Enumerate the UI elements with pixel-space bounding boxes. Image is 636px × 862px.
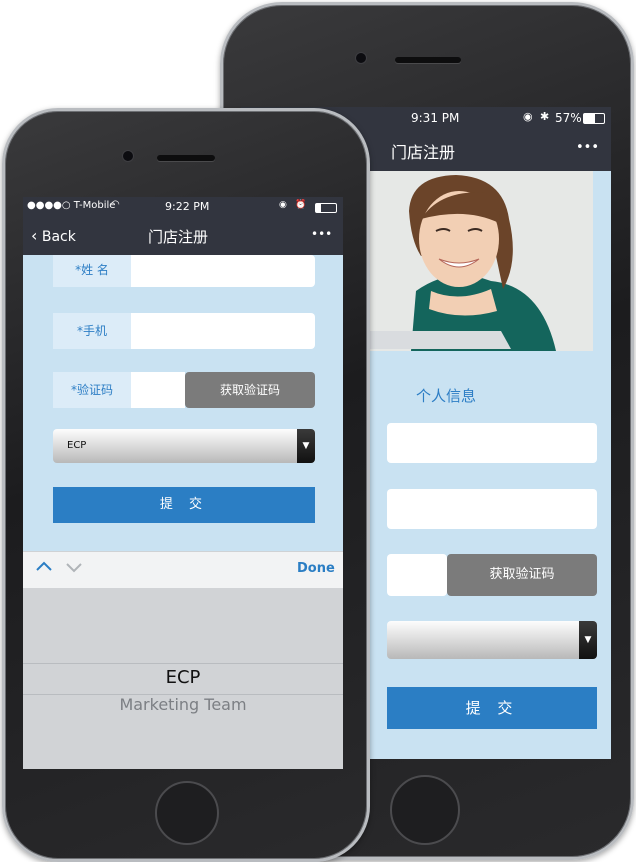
dropdown-arrow-icon: ▼ (297, 429, 315, 463)
status-time: 9:31 PM (411, 111, 460, 125)
front-camera (123, 151, 133, 161)
more-options-button[interactable]: ••• (311, 227, 332, 241)
store-select[interactable]: ▼ (387, 621, 597, 659)
get-code-button[interactable]: 获取验证码 (185, 372, 315, 408)
name-field[interactable] (387, 423, 597, 463)
section-title-personal-info: 个人信息 (416, 387, 477, 405)
code-label: *验证码 (53, 372, 131, 408)
name-label: *姓 名 (53, 255, 131, 287)
chevron-left-icon: ‹ (31, 226, 38, 245)
code-field[interactable] (387, 554, 447, 596)
next-field-button[interactable] (65, 558, 83, 580)
get-code-button[interactable]: 获取验证码 (447, 554, 597, 596)
wifi-icon: ◠ (111, 199, 120, 210)
back-button[interactable]: ‹ Back (31, 226, 76, 245)
home-button[interactable] (390, 775, 460, 845)
code-input[interactable] (131, 372, 185, 408)
location-icon: ◉ (523, 110, 533, 123)
front-phone: ●●●●○ T-Mobile ◠ 9:22 PM ◉ ⏰ ‹ Back 门店注册… (2, 108, 370, 862)
submit-button[interactable]: 提 交 (387, 687, 597, 729)
battery-icon (583, 113, 605, 124)
earpiece-speaker (157, 155, 215, 161)
name-input[interactable] (131, 255, 315, 287)
back-label: Back (41, 229, 76, 245)
front-phone-screen: ●●●●○ T-Mobile ◠ 9:22 PM ◉ ⏰ ‹ Back 门店注册… (23, 197, 343, 769)
picker-option-selected[interactable]: ECP (23, 667, 343, 688)
earpiece-speaker (395, 57, 461, 63)
picker-selection-line-top (23, 663, 343, 664)
previous-field-button[interactable] (35, 558, 53, 580)
dropdown-arrow-icon: ▼ (579, 621, 597, 659)
phone-label: *手机 (53, 313, 131, 349)
chevron-down-icon (66, 563, 82, 573)
front-camera (356, 53, 366, 63)
status-bar: ●●●●○ T-Mobile ◠ 9:22 PM ◉ ⏰ (23, 197, 343, 217)
home-button[interactable] (155, 781, 219, 845)
location-icon: ◉ (279, 200, 287, 210)
submit-button[interactable]: 提 交 (53, 487, 315, 523)
nav-title: 门店注册 (391, 143, 456, 162)
bluetooth-icon: ✱ (540, 110, 550, 123)
store-select[interactable]: ECP ▼ (53, 429, 315, 463)
navigation-bar: ‹ Back 门店注册 ••• (23, 217, 343, 255)
picker-toolbar: Done (23, 551, 343, 589)
chevron-up-icon (36, 561, 52, 571)
store-select-value: ECP (67, 440, 87, 451)
battery-icon (315, 203, 337, 213)
carrier-signal: ●●●●○ T-Mobile (27, 200, 116, 211)
phone-field[interactable] (387, 489, 597, 529)
more-options-button[interactable]: ••• (576, 140, 599, 155)
picker-option[interactable]: Marketing Team (23, 695, 343, 714)
alarm-icon: ⏰ (295, 200, 307, 210)
phone-input[interactable] (131, 313, 315, 349)
done-button[interactable]: Done (297, 561, 335, 576)
status-time: 9:22 PM (165, 200, 210, 213)
battery-percent: 57% (555, 111, 582, 125)
nav-title: 门店注册 (148, 228, 209, 246)
